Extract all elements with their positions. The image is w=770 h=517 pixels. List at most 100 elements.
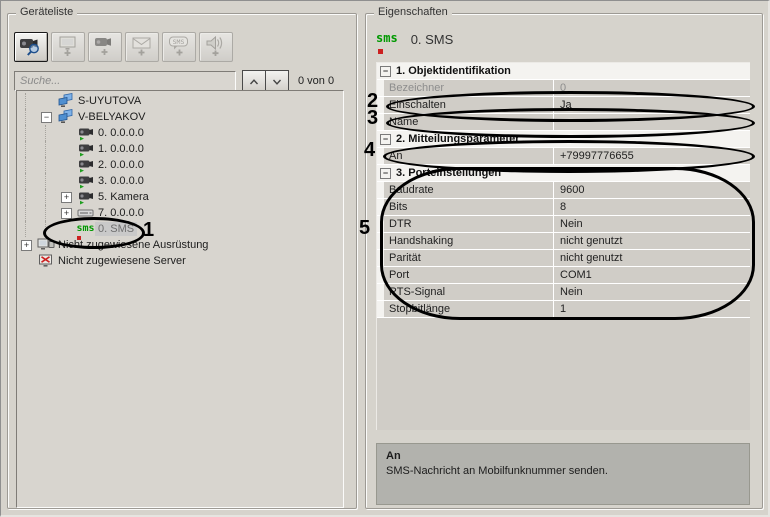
search-prev-button[interactable] bbox=[242, 70, 266, 92]
row-gutter bbox=[377, 301, 384, 317]
property-section-2[interactable]: −2. Mitteilungsparameter bbox=[377, 131, 750, 148]
tree-item-label: 1. 0.0.0.0 bbox=[98, 143, 144, 155]
property-value[interactable] bbox=[554, 114, 750, 130]
property-value[interactable]: COM1 bbox=[554, 267, 750, 283]
row-gutter bbox=[377, 250, 384, 266]
tree-item-5-kamera[interactable]: +5. Kamera bbox=[17, 189, 343, 205]
tree-item-s-uyutova[interactable]: S-UYUTOVA bbox=[17, 93, 343, 109]
tree-item-v-belyakov[interactable]: − V-BELYAKOV bbox=[17, 109, 343, 125]
property-value[interactable]: Ja bbox=[554, 97, 750, 113]
expand-icon[interactable]: + bbox=[61, 191, 72, 203]
add-mail-button[interactable] bbox=[125, 32, 159, 62]
camera-plus-icon bbox=[93, 35, 117, 60]
object-name: 0. SMS bbox=[410, 32, 454, 47]
add-sms-button[interactable]: SMS bbox=[162, 32, 196, 62]
property-row-dtr[interactable]: DTR Nein bbox=[377, 216, 750, 233]
property-value[interactable]: 8 bbox=[554, 199, 750, 215]
property-row-rts-signal[interactable]: RTS-Signal Nein bbox=[377, 284, 750, 301]
property-label: An bbox=[384, 148, 554, 164]
property-value[interactable]: +79997776655 bbox=[554, 148, 750, 164]
property-label: DTR bbox=[384, 216, 554, 232]
tree-item-7-0-0-0-0[interactable]: +7. 0.0.0.0 bbox=[17, 205, 343, 221]
property-row-an[interactable]: An +79997776655 bbox=[377, 148, 750, 165]
property-value[interactable]: 1 bbox=[554, 301, 750, 317]
tree-item-nicht-zugewiesene-server[interactable]: Nicht zugewiesene Server bbox=[17, 253, 343, 269]
tree-item-label: V-BELYAKOV bbox=[78, 111, 146, 123]
collapse-icon[interactable]: − bbox=[380, 133, 391, 145]
monitor-plus-icon bbox=[56, 35, 80, 60]
envelope-plus-icon bbox=[130, 35, 154, 60]
svg-text:SMS: SMS bbox=[173, 37, 185, 45]
property-label: Parität bbox=[384, 250, 554, 266]
collapse-icon[interactable]: − bbox=[380, 65, 391, 77]
tree-item-label: 7. 0.0.0.0 bbox=[98, 207, 144, 219]
expand-icon[interactable]: + bbox=[21, 239, 32, 251]
property-row-einschalten[interactable]: Einschalten Ja bbox=[377, 97, 750, 114]
tree-indent bbox=[25, 93, 41, 109]
property-row-bezeichner: Bezeichner 0 bbox=[377, 80, 750, 97]
tree-indent bbox=[25, 109, 41, 125]
tree-item-label: Nicht zugewiesene Ausrüstung bbox=[58, 239, 209, 251]
property-section-3[interactable]: −3. Porteinstellungen bbox=[377, 165, 750, 182]
collapse-icon[interactable]: − bbox=[380, 167, 391, 179]
property-value[interactable]: Nein bbox=[554, 284, 750, 300]
search-next-button[interactable] bbox=[265, 70, 289, 92]
tree-item-3-0-0-0-0[interactable]: 3. 0.0.0.0 bbox=[17, 173, 343, 189]
property-row-baudrate[interactable]: Baudrate 9600 bbox=[377, 182, 750, 199]
tree-item-0-sms[interactable]: sms 0. SMS bbox=[17, 221, 343, 240]
camera-icon bbox=[76, 158, 95, 173]
device-tree[interactable]: S-UYUTOVA − V-BELYAKOV 0. 0.0.0.0 1. 0.0.0.0… bbox=[16, 90, 344, 508]
tree-indent bbox=[45, 173, 61, 189]
tree-item-1-0-0-0-0[interactable]: 1. 0.0.0.0 bbox=[17, 141, 343, 157]
search-devices-button[interactable] bbox=[14, 32, 48, 62]
object-header: sms 0. SMS bbox=[376, 31, 454, 54]
section-title: 2. Mitteilungsparameter bbox=[396, 133, 520, 145]
sms-icon: sms bbox=[376, 31, 398, 54]
property-label: Baudrate bbox=[384, 182, 554, 198]
property-value[interactable]: nicht genutzt bbox=[554, 233, 750, 249]
tree-item-label: 0. SMS bbox=[95, 222, 138, 236]
property-value[interactable]: 9600 bbox=[554, 182, 750, 198]
collapse-icon[interactable]: − bbox=[41, 111, 52, 123]
add-monitor-button[interactable] bbox=[51, 32, 85, 62]
row-gutter bbox=[377, 233, 384, 249]
expand-icon[interactable]: + bbox=[61, 207, 72, 219]
property-row-parit-t[interactable]: Parität nicht genutzt bbox=[377, 250, 750, 267]
tree-item-label: 0. 0.0.0.0 bbox=[98, 127, 144, 139]
tree-indent bbox=[25, 125, 41, 141]
property-row-bits[interactable]: Bits 8 bbox=[377, 199, 750, 216]
add-audio-button[interactable] bbox=[199, 32, 233, 62]
tree-indent bbox=[25, 189, 41, 205]
property-label: RTS-Signal bbox=[384, 284, 554, 300]
property-grid: −1. Objektidentifikation Bezeichner 0 Einsc… bbox=[376, 62, 750, 430]
tree-indent bbox=[45, 205, 61, 221]
property-row-name[interactable]: Name bbox=[377, 114, 750, 131]
property-value[interactable]: Nein bbox=[554, 216, 750, 232]
workstation-icon bbox=[56, 109, 75, 125]
property-section-1[interactable]: −1. Objektidentifikation bbox=[377, 63, 750, 80]
chevron-up-icon bbox=[249, 74, 259, 89]
row-gutter bbox=[377, 148, 384, 164]
tree-item-nicht-zugewiesene-ausr-stung[interactable]: + Nicht zugewiesene Ausrüstung bbox=[17, 237, 343, 253]
tree-indent bbox=[45, 125, 61, 141]
property-label: Handshaking bbox=[384, 233, 554, 249]
property-row-port[interactable]: Port COM1 bbox=[377, 267, 750, 284]
property-value[interactable]: nicht genutzt bbox=[554, 250, 750, 266]
device-toolbar: SMS bbox=[14, 32, 233, 62]
section-title: 3. Porteinstellungen bbox=[396, 167, 502, 179]
tree-item-label: Nicht zugewiesene Server bbox=[58, 255, 186, 267]
board-icon bbox=[76, 207, 95, 219]
property-row-handshaking[interactable]: Handshaking nicht genutzt bbox=[377, 233, 750, 250]
tree-indent bbox=[45, 189, 61, 205]
property-row-stopbitl-nge[interactable]: Stopbitlänge 1 bbox=[377, 301, 750, 318]
row-gutter bbox=[377, 267, 384, 283]
add-camera-button[interactable] bbox=[88, 32, 122, 62]
property-label: Bezeichner bbox=[384, 80, 554, 96]
tree-item-0-0-0-0-0[interactable]: 0. 0.0.0.0 bbox=[17, 125, 343, 141]
device-list-title: Geräteliste bbox=[16, 6, 78, 18]
tree-item-2-0-0-0-0[interactable]: 2. 0.0.0.0 bbox=[17, 157, 343, 173]
tree-indent bbox=[25, 157, 41, 173]
row-gutter bbox=[377, 199, 384, 215]
search-input[interactable] bbox=[14, 71, 236, 91]
app-window: Geräteliste SMS 0 von 0 S-UYUTOVA − V-BELY… bbox=[0, 0, 770, 517]
